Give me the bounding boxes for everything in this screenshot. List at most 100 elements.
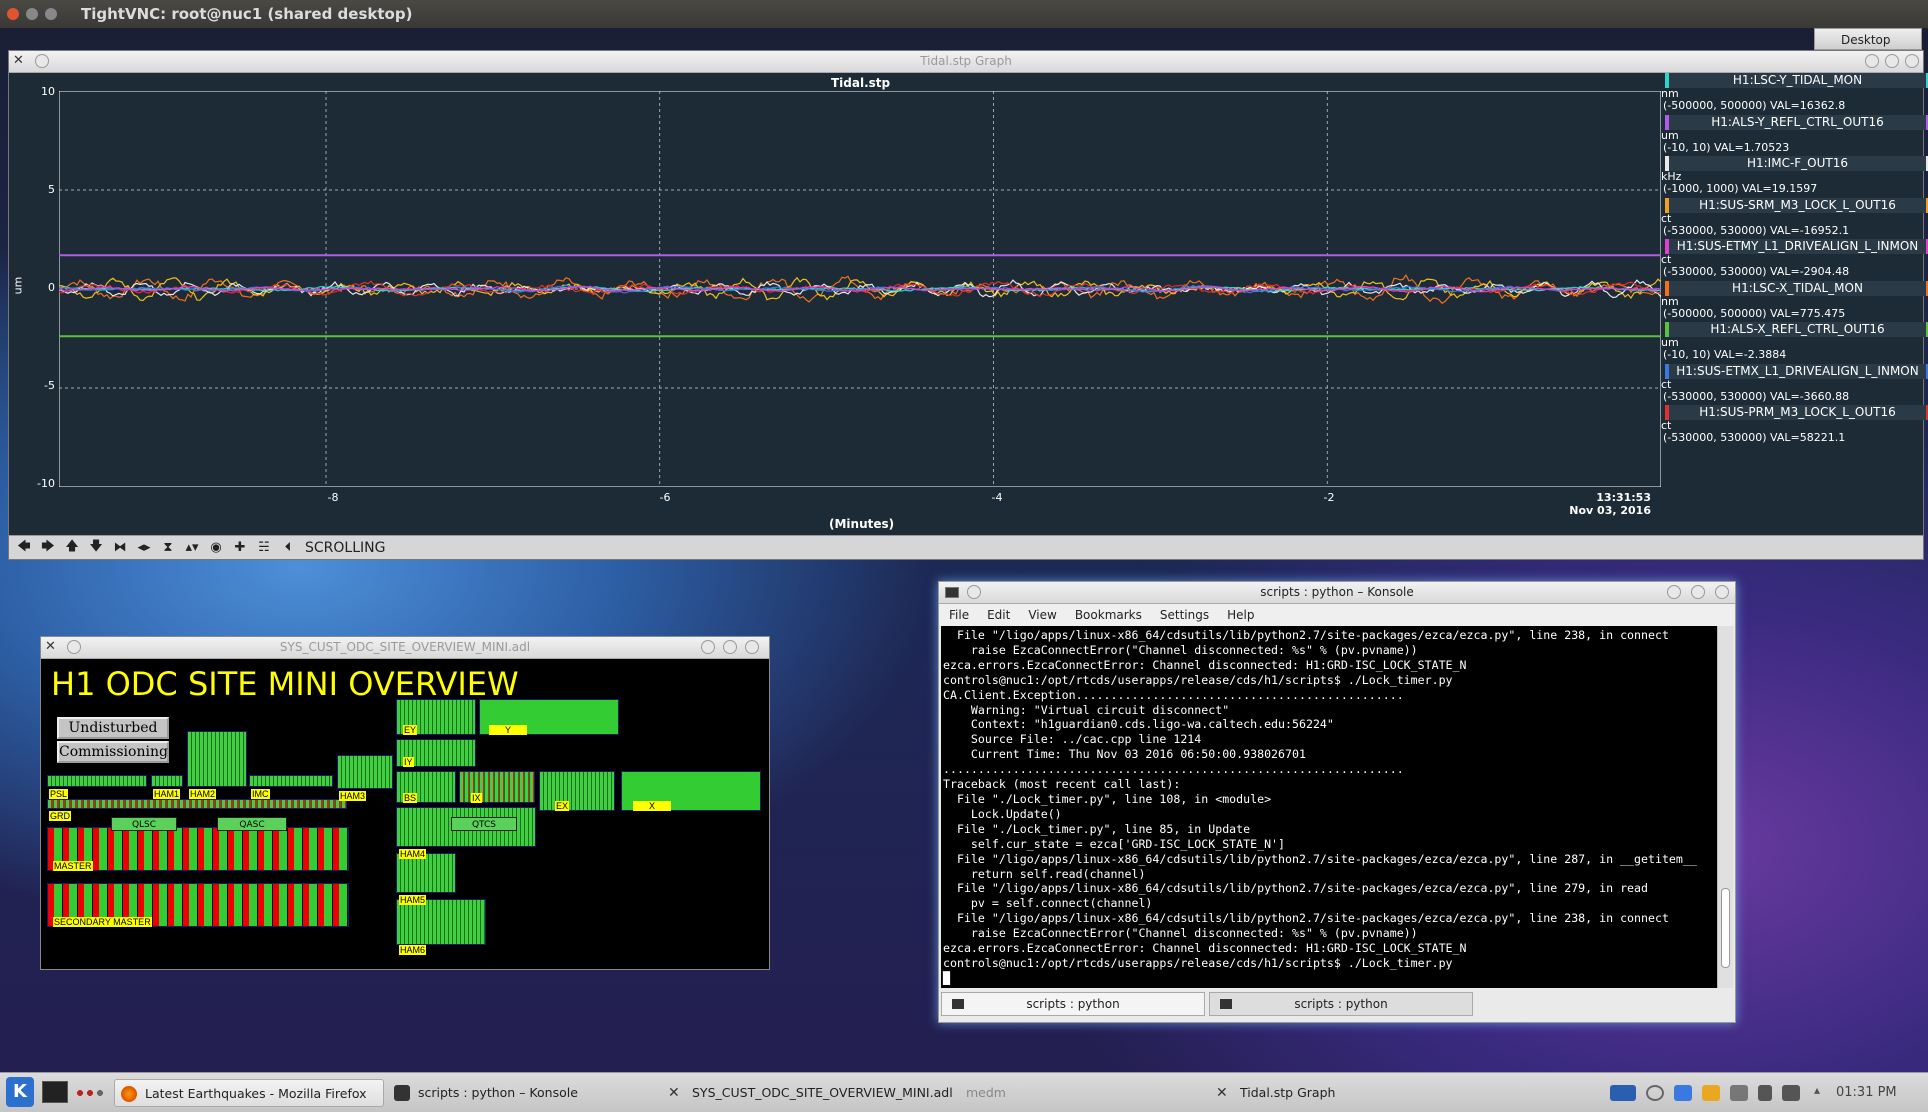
legend-range-value: (-530000, 530000) VAL=-16952.1 [1663, 223, 1850, 237]
pager-icon[interactable] [76, 1089, 108, 1097]
task-konsole[interactable]: scripts : python – Konsole [388, 1079, 658, 1107]
minimize-icon[interactable] [1667, 585, 1681, 599]
task-medm[interactable]: medm [936, 1079, 1206, 1107]
minimize-icon[interactable] [1865, 54, 1879, 68]
menu-icon[interactable] [967, 585, 981, 599]
tag-grd: GRD [49, 811, 71, 821]
network-icon[interactable] [1674, 1085, 1692, 1101]
legend-entry[interactable]: H1:SUS-PRM_M3_LOCK_L_OUT16 ct (-530000, 53… [1657, 405, 1928, 447]
menu-view[interactable]: View [1028, 608, 1056, 622]
striptool-window-title: Tidal.stp Graph [920, 54, 1012, 68]
psl-block[interactable] [47, 775, 147, 787]
maximize-icon[interactable] [45, 8, 57, 20]
zoom-in-y-icon[interactable]: ⧗ [157, 539, 179, 557]
menu-file[interactable]: File [949, 608, 969, 622]
konsole-tab-2[interactable]: scripts : python [1209, 992, 1473, 1016]
minimize-icon[interactable] [26, 8, 38, 20]
ham1-block[interactable] [151, 775, 183, 787]
refresh-icon[interactable]: ☵ [253, 539, 275, 557]
tag-ey: EY [403, 725, 418, 735]
ham2-block[interactable] [187, 731, 247, 787]
y-tick-labels: 10 5 0 -5 -10 [21, 51, 61, 531]
close-icon[interactable] [745, 640, 759, 654]
legend-entry[interactable]: H1:SUS-ETMY_L1_DRIVEALIGN_L_INMON ct (-530… [1657, 239, 1928, 281]
konsole-tab-1[interactable]: scripts : python [941, 992, 1205, 1016]
auto-scale-icon[interactable]: ◉ [205, 539, 227, 557]
zoom-in-x-icon[interactable]: ⧓ [109, 539, 131, 557]
menu-help[interactable]: Help [1227, 608, 1254, 622]
scrollbar-thumb[interactable] [1721, 888, 1730, 968]
ex-block[interactable] [539, 771, 615, 811]
terminal-line: ezca.errors.EzcaConnectError: Channel di… [943, 657, 1467, 672]
terminal-scrollbar[interactable] [1717, 626, 1733, 988]
close-icon[interactable] [7, 8, 19, 20]
strip-chart[interactable] [59, 91, 1661, 487]
klipper-icon[interactable] [1702, 1085, 1720, 1101]
tools-icon[interactable] [1730, 1085, 1748, 1101]
date-label: Nov 03, 2016 [1569, 504, 1651, 517]
ham3-block[interactable] [337, 755, 393, 789]
maximize-icon[interactable] [723, 640, 737, 654]
arrow-down-icon[interactable]: 🡇 [85, 539, 107, 557]
commissioning-button[interactable]: Commissioning [57, 741, 169, 763]
volume-icon[interactable] [1758, 1085, 1772, 1101]
qasc-button[interactable]: QASC [217, 817, 287, 831]
terminal-line: return self.read(channel) [943, 866, 1146, 881]
reset-icon[interactable]: ✚ [229, 539, 251, 557]
terminal-launcher-icon[interactable] [42, 1081, 68, 1103]
legend-channel-name: H1:SUS-PRM_M3_LOCK_L_OUT16 [1665, 405, 1928, 420]
grd-block[interactable] [47, 799, 347, 809]
display-icon[interactable] [1610, 1085, 1636, 1101]
pause-icon[interactable]: ⏴ [277, 539, 299, 557]
tray-expand-icon[interactable]: ▴ [1814, 1083, 1820, 1097]
legend-entry[interactable]: H1:LSC-Y_TIDAL_MON nm (-500000, 500000) VA… [1657, 73, 1928, 115]
legend-channel-name: H1:IMC-F_OUT16 [1665, 156, 1928, 171]
tag-ham4: HAM4 [399, 849, 427, 859]
legend-entry[interactable]: H1:SUS-SRM_M3_LOCK_L_OUT16 ct (-530000, 53… [1657, 197, 1928, 240]
clock[interactable]: 01:31 PM [1836, 1085, 1897, 1100]
ham5-block[interactable] [396, 853, 456, 893]
terminal-line: Current Time: Thu Nov 03 2016 06:50:00.9… [943, 747, 1306, 762]
legend-entry[interactable]: H1:LSC-X_TIDAL_MON nm (-500000, 500000) VA… [1657, 280, 1928, 323]
legend-entry[interactable]: H1:IMC-F_OUT16 kHz (-1000, 1000) VAL=19.15… [1657, 156, 1928, 198]
terminal-output[interactable]: File "/ligo/apps/linux-x86_64/cdsutils/l… [941, 626, 1717, 988]
monitor-icon[interactable] [1782, 1085, 1800, 1101]
terminal-line: Traceback (most recent call last): [943, 777, 1181, 792]
legend-unit: um [1661, 336, 1679, 349]
arrow-up-icon[interactable]: 🡅 [61, 539, 83, 557]
zoom-out-x-icon[interactable]: ◂▸ [133, 539, 155, 557]
close-icon[interactable] [1905, 54, 1919, 68]
menu-settings[interactable]: Settings [1160, 608, 1209, 622]
menu-icon[interactable] [67, 640, 81, 654]
task-medm-display[interactable]: ✕ SYS_CUST_ODC_SITE_OVERVIEW_MINI.adl [662, 1079, 953, 1107]
legend-entry[interactable]: H1:SUS-ETMX_L1_DRIVEALIGN_L_INMON ct (-530… [1657, 363, 1928, 406]
legend-unit: um [1661, 128, 1679, 142]
kde-menu-icon[interactable]: K [6, 1077, 34, 1107]
desktop-tab[interactable]: Desktop [1814, 28, 1922, 50]
terminal-line: Source File: ../cac.cpp line 1214 [943, 732, 1202, 747]
clock-tray-icon[interactable] [1646, 1085, 1664, 1101]
imc-block[interactable] [249, 775, 333, 787]
x-icon[interactable]: ✕ [45, 637, 56, 657]
legend-range-value: (-530000, 530000) VAL=58221.1 [1663, 431, 1846, 444]
task-firefox[interactable]: Latest Earthquakes - Mozilla Firefox [114, 1079, 384, 1107]
minimize-icon[interactable] [701, 640, 715, 654]
task-striptool[interactable]: ✕ Tidal.stp Graph [1210, 1079, 1510, 1107]
close-icon[interactable] [1715, 585, 1729, 599]
legend-entry[interactable]: H1:ALS-Y_REFL_CTRL_OUT16 um (-10, 10) VAL=… [1657, 114, 1928, 157]
arrow-left-icon[interactable]: 🡄 [13, 539, 35, 557]
legend-range-value: (-530000, 530000) VAL=-2904.48 [1663, 265, 1850, 278]
legend-entry[interactable]: H1:ALS-X_REFL_CTRL_OUT16 um (-10, 10) VAL=… [1657, 322, 1928, 364]
maximize-icon[interactable] [1885, 54, 1899, 68]
undisturbed-button[interactable]: Undisturbed [57, 717, 169, 739]
menu-bookmarks[interactable]: Bookmarks [1075, 608, 1142, 622]
arrow-right-icon[interactable]: 🡆 [37, 539, 59, 557]
maximize-icon[interactable] [1691, 585, 1705, 599]
zoom-out-y-icon[interactable]: ▴▾ [181, 539, 203, 557]
qlsc-button[interactable]: QLSC [111, 817, 177, 831]
menu-edit[interactable]: Edit [987, 608, 1010, 622]
x-tick: -8 [327, 491, 339, 504]
ham6-block[interactable] [396, 899, 486, 945]
legend-unit: ct [1661, 377, 1672, 391]
qtcs-button[interactable]: QTCS [451, 817, 517, 831]
